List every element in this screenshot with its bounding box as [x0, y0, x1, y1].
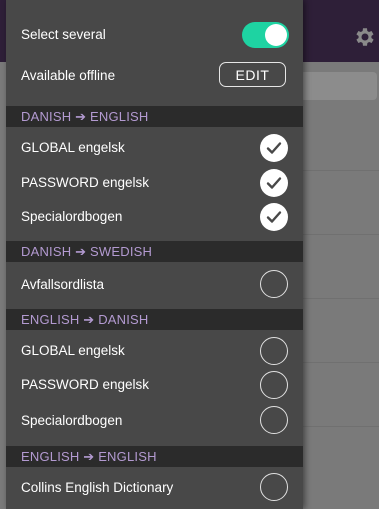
dictionary-label: GLOBAL engelsk	[21, 139, 125, 155]
gear-icon[interactable]	[352, 25, 376, 49]
dictionary-item[interactable]: Avfallsordlista	[6, 268, 303, 300]
section-header: ENGLISH ➔ ENGLISH	[6, 446, 303, 467]
section-title: ENGLISH ➔ DANISH	[21, 311, 149, 327]
dictionary-label: Collins English Dictionary	[21, 479, 174, 495]
section-title: ENGLISH ➔ ENGLISH	[21, 448, 157, 464]
empty-circle-icon[interactable]	[260, 337, 288, 365]
dictionary-label: GLOBAL engelsk	[21, 342, 125, 358]
toggle-knob	[265, 24, 287, 46]
available-offline-label: Available offline	[21, 67, 116, 83]
dictionary-item[interactable]: Specialordbogen	[6, 200, 303, 232]
section-title: DANISH ➔ SWEDISH	[21, 243, 153, 259]
empty-circle-icon[interactable]	[260, 270, 288, 298]
section-header: ENGLISH ➔ DANISH	[6, 309, 303, 330]
dictionary-label: PASSWORD engelsk	[21, 376, 150, 392]
search-bar[interactable]	[300, 72, 377, 100]
dictionary-item[interactable]: PASSWORD engelsk	[6, 368, 303, 400]
empty-circle-icon[interactable]	[260, 371, 288, 399]
dictionary-item[interactable]: Specialordbogen	[6, 404, 303, 436]
section-title: DANISH ➔ ENGLISH	[21, 108, 149, 124]
checkmark-circle-icon[interactable]	[260, 134, 288, 162]
empty-circle-icon[interactable]	[260, 473, 288, 501]
section-header: DANISH ➔ ENGLISH	[6, 106, 303, 127]
select-several-toggle[interactable]	[242, 22, 289, 48]
dictionary-label: PASSWORD engelsk	[21, 174, 150, 190]
dictionary-item[interactable]: Collins English Dictionary	[6, 471, 303, 503]
dictionary-label: Avfallsordlista	[21, 276, 105, 292]
dictionary-item[interactable]: GLOBAL engelsk	[6, 334, 303, 366]
dictionary-drawer: Select several Available offline EDIT DA…	[6, 0, 303, 509]
edit-button[interactable]: EDIT	[219, 62, 286, 87]
dictionary-item[interactable]: PASSWORD engelsk	[6, 166, 303, 198]
dictionary-label: Specialordbogen	[21, 208, 123, 224]
background-list	[303, 108, 379, 509]
empty-circle-icon[interactable]	[260, 406, 288, 434]
section-header: DANISH ➔ SWEDISH	[6, 241, 303, 262]
checkmark-circle-icon[interactable]	[260, 169, 288, 197]
dictionary-item[interactable]: GLOBAL engelsk	[6, 131, 303, 163]
checkmark-circle-icon[interactable]	[260, 203, 288, 231]
dictionary-label: Specialordbogen	[21, 412, 123, 428]
select-several-label: Select several	[21, 26, 106, 42]
